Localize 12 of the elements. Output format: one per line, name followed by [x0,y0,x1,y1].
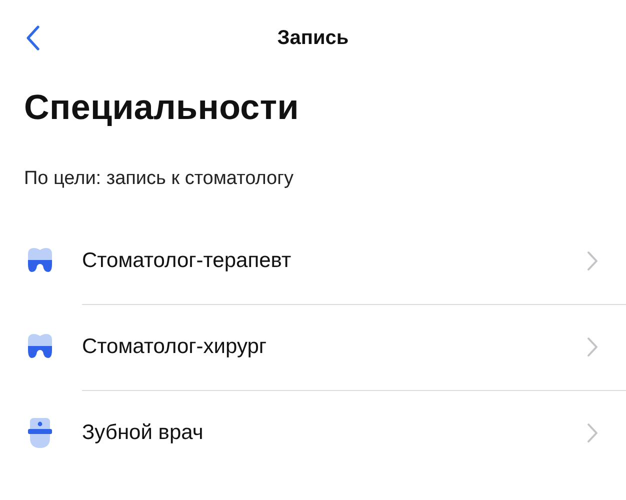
chevron-icon [587,423,598,443]
doctor-icon [26,418,54,448]
chevron-icon [587,250,598,270]
chevron-icon [587,336,598,356]
tooth-icon [26,248,54,274]
screen-title: Запись [276,26,350,50]
specialty-item[interactable]: Стоматолог-хирург [82,334,267,358]
tooth-icon [26,334,54,360]
specialty-item[interactable]: Стоматолог-терапевт [82,248,292,272]
subtitle: По цели: запись к стоматологу [24,168,294,190]
page-heading: Специальности [24,88,299,128]
specialty-item[interactable]: Зубной врач [82,421,204,445]
